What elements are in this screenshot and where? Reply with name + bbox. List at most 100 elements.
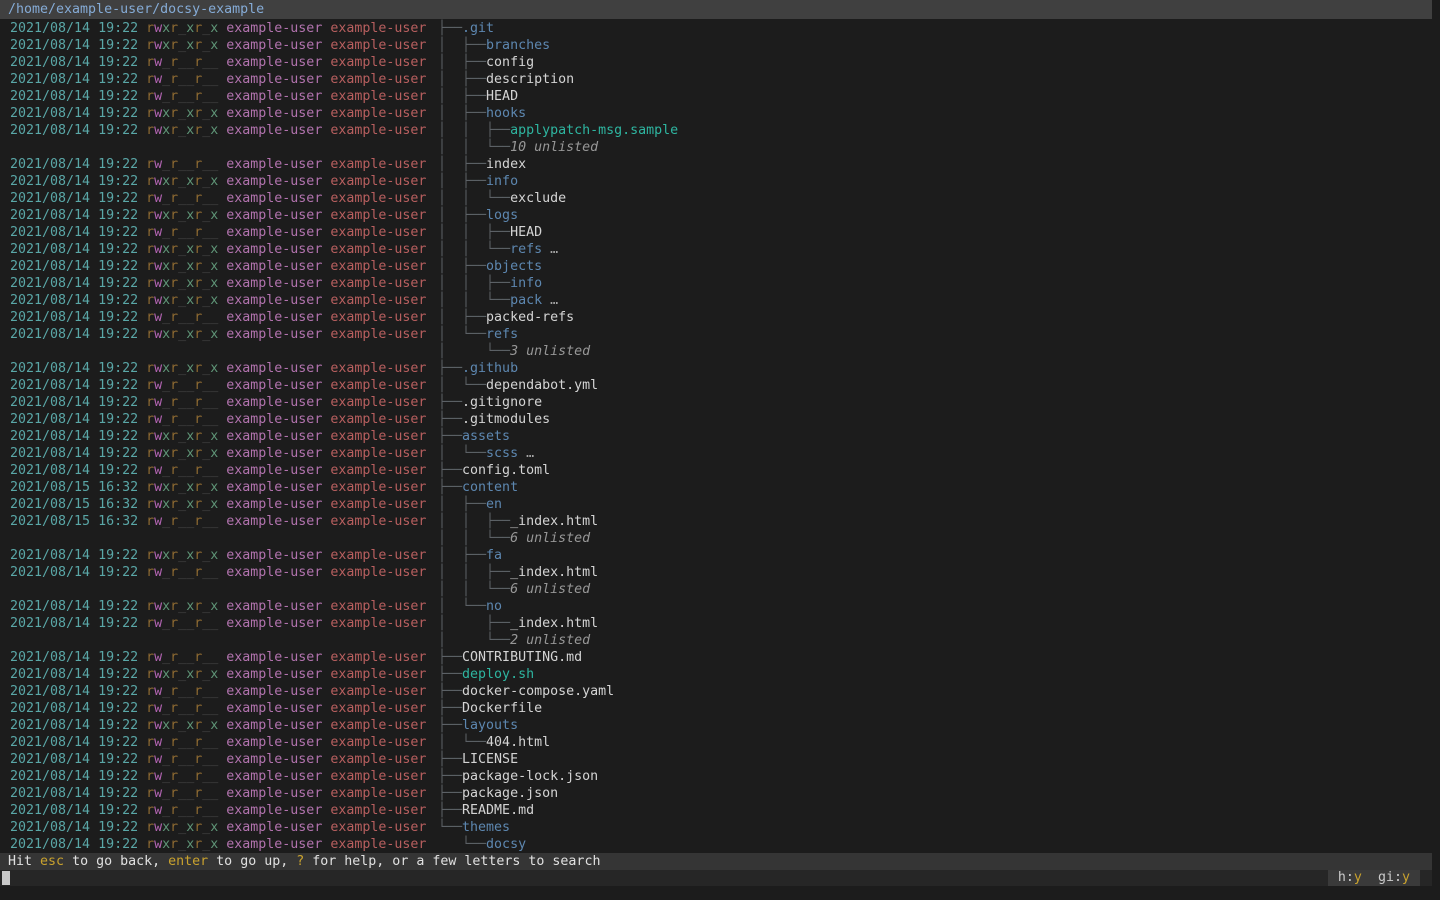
file-name[interactable]: HEAD <box>486 89 518 104</box>
file-row[interactable]: 2021/08/14 19:22 rw_r__r__ example-user … <box>0 615 1432 632</box>
file-row[interactable]: 2021/08/14 19:22 rw_r__r__ example-user … <box>0 802 1432 819</box>
file-name[interactable]: pack <box>510 293 542 308</box>
file-row[interactable]: 2021/08/14 19:22 rwxr_xr_x example-user … <box>0 20 1432 37</box>
file-name[interactable]: applypatch-msg.sample <box>510 123 678 138</box>
file-row[interactable]: │ │ └──10 unlisted <box>0 139 1432 156</box>
file-row[interactable]: 2021/08/14 19:22 rw_r__r__ example-user … <box>0 156 1432 173</box>
file-row[interactable]: 2021/08/15 16:32 rw_r__r__ example-user … <box>0 513 1432 530</box>
file-name[interactable]: index <box>486 157 526 172</box>
file-name[interactable]: packed-refs <box>486 310 574 325</box>
file-name[interactable]: Dockerfile <box>462 701 542 716</box>
file-name[interactable]: layouts <box>462 718 518 733</box>
file-name[interactable]: info <box>486 174 518 189</box>
file-name[interactable]: description <box>486 72 574 87</box>
file-row[interactable]: 2021/08/14 19:22 rw_r__r__ example-user … <box>0 71 1432 88</box>
file-name[interactable]: package.json <box>462 786 558 801</box>
file-name[interactable]: refs <box>486 327 518 342</box>
file-row[interactable]: 2021/08/14 19:22 rwxr_xr_x example-user … <box>0 326 1432 343</box>
search-input[interactable]: h:y gi:y <box>0 870 1432 886</box>
file-row[interactable]: 2021/08/14 19:22 rwxr_xr_x example-user … <box>0 292 1432 309</box>
file-row[interactable]: 2021/08/14 19:22 rw_r__r__ example-user … <box>0 564 1432 581</box>
file-row[interactable]: 2021/08/14 19:22 rw_r__r__ example-user … <box>0 683 1432 700</box>
file-name[interactable]: config <box>486 55 534 70</box>
file-name[interactable]: HEAD <box>510 225 542 240</box>
file-row[interactable]: 2021/08/14 19:22 rwxr_xr_x example-user … <box>0 241 1432 258</box>
file-row[interactable]: 2021/08/14 19:22 rw_r__r__ example-user … <box>0 377 1432 394</box>
file-row[interactable]: 2021/08/14 19:22 rwxr_xr_x example-user … <box>0 598 1432 615</box>
file-name[interactable]: en <box>486 497 502 512</box>
file-row[interactable]: 2021/08/14 19:22 rwxr_xr_x example-user … <box>0 275 1432 292</box>
modified-date: 2021/08/14 19:22 <box>2 310 146 325</box>
file-row[interactable]: 2021/08/14 19:22 rwxr_xr_x example-user … <box>0 547 1432 564</box>
file-row[interactable]: 2021/08/14 19:22 rwxr_xr_x example-user … <box>0 360 1432 377</box>
file-name[interactable]: dependabot.yml <box>486 378 598 393</box>
file-name[interactable]: logs <box>486 208 518 223</box>
file-name[interactable]: content <box>462 480 518 495</box>
file-row[interactable]: │ └──2 unlisted <box>0 632 1432 649</box>
file-row[interactable]: │ │ └──6 unlisted <box>0 581 1432 598</box>
file-row[interactable]: 2021/08/14 19:22 rw_r__r__ example-user … <box>0 751 1432 768</box>
permissions: rw_r__r__ <box>146 616 218 631</box>
file-name[interactable]: themes <box>462 820 510 835</box>
file-name[interactable]: .github <box>462 361 518 376</box>
file-row[interactable]: 2021/08/14 19:22 rw_r__r__ example-user … <box>0 224 1432 241</box>
file-name[interactable]: .gitmodules <box>462 412 550 427</box>
file-row[interactable]: 2021/08/14 19:22 rw_r__r__ example-user … <box>0 462 1432 479</box>
file-row[interactable]: 2021/08/14 19:22 rw_r__r__ example-user … <box>0 700 1432 717</box>
file-name[interactable]: LICENSE <box>462 752 518 767</box>
file-row[interactable]: 2021/08/14 19:22 rw_r__r__ example-user … <box>0 54 1432 71</box>
tree-branch-line: ├── <box>438 21 462 36</box>
file-row[interactable]: 2021/08/14 19:22 rwxr_xr_x example-user … <box>0 717 1432 734</box>
file-name[interactable]: no <box>486 599 502 614</box>
file-name[interactable]: README.md <box>462 803 534 818</box>
file-row[interactable]: 2021/08/14 19:22 rwxr_xr_x example-user … <box>0 173 1432 190</box>
file-row[interactable]: 2021/08/14 19:22 rwxr_xr_x example-user … <box>0 445 1432 462</box>
file-name[interactable]: package-lock.json <box>462 769 598 784</box>
file-row[interactable]: 2021/08/15 16:32 rwxr_xr_x example-user … <box>0 479 1432 496</box>
file-name[interactable]: docsy <box>486 837 526 852</box>
file-row[interactable]: 2021/08/14 19:22 rw_r__r__ example-user … <box>0 768 1432 785</box>
file-row[interactable]: 2021/08/14 19:22 rwxr_xr_x example-user … <box>0 258 1432 275</box>
file-row[interactable]: 2021/08/14 19:22 rw_r__r__ example-user … <box>0 785 1432 802</box>
file-row[interactable]: 2021/08/14 19:22 rwxr_xr_x example-user … <box>0 105 1432 122</box>
file-row[interactable]: 2021/08/14 19:22 rw_r__r__ example-user … <box>0 88 1432 105</box>
file-name[interactable]: _index.html <box>510 616 598 631</box>
file-name[interactable]: _index.html <box>510 514 598 529</box>
file-row[interactable]: 2021/08/14 19:22 rwxr_xr_x example-user … <box>0 207 1432 224</box>
file-row[interactable]: 2021/08/14 19:22 rwxr_xr_x example-user … <box>0 37 1432 54</box>
file-name[interactable]: _index.html <box>510 565 598 580</box>
file-row[interactable]: 2021/08/15 16:32 rwxr_xr_x example-user … <box>0 496 1432 513</box>
file-row[interactable]: 2021/08/14 19:22 rw_r__r__ example-user … <box>0 190 1432 207</box>
file-name[interactable]: deploy.sh <box>462 667 534 682</box>
file-row[interactable]: 2021/08/14 19:22 rw_r__r__ example-user … <box>0 649 1432 666</box>
file-row[interactable]: │ │ └──6 unlisted <box>0 530 1432 547</box>
file-name[interactable]: docker-compose.yaml <box>462 684 614 699</box>
file-name[interactable]: .gitignore <box>462 395 542 410</box>
file-name[interactable]: objects <box>486 259 542 274</box>
file-row[interactable]: 2021/08/14 19:22 rwxr_xr_x example-user … <box>0 666 1432 683</box>
file-row[interactable]: 2021/08/14 19:22 rwxr_xr_x example-user … <box>0 819 1432 836</box>
file-row[interactable]: 2021/08/14 19:22 rw_r__r__ example-user … <box>0 309 1432 326</box>
file-name[interactable]: CONTRIBUTING.md <box>462 650 582 665</box>
file-row[interactable]: 2021/08/14 19:22 rw_r__r__ example-user … <box>0 411 1432 428</box>
file-name[interactable]: fa <box>486 548 502 563</box>
file-name[interactable]: 404.html <box>486 735 550 750</box>
file-name[interactable]: assets <box>462 429 510 444</box>
file-name[interactable]: refs <box>510 242 542 257</box>
file-row[interactable]: │ └──3 unlisted <box>0 343 1432 360</box>
file-name[interactable]: hooks <box>486 106 526 121</box>
file-name[interactable]: .git <box>462 21 494 36</box>
file-row[interactable]: 2021/08/14 19:22 rwxr_xr_x example-user … <box>0 836 1432 853</box>
file-name[interactable]: config.toml <box>462 463 550 478</box>
root-path[interactable]: /home/example-user/docsy-example <box>0 0 1432 19</box>
file-row[interactable]: 2021/08/14 19:22 rw_r__r__ example-user … <box>0 734 1432 751</box>
file-name[interactable]: branches <box>486 38 550 53</box>
file-metadata: 2021/08/14 19:22 rwxr_xr_x example-user … <box>2 360 426 377</box>
file-row[interactable]: 2021/08/14 19:22 rw_r__r__ example-user … <box>0 394 1432 411</box>
file-name[interactable]: exclude <box>510 191 566 206</box>
file-name[interactable]: scss <box>486 446 518 461</box>
file-row[interactable]: 2021/08/14 19:22 rwxr_xr_x example-user … <box>0 122 1432 139</box>
file-row[interactable]: 2021/08/14 19:22 rwxr_xr_x example-user … <box>0 428 1432 445</box>
group: example-user <box>322 497 426 512</box>
file-name[interactable]: info <box>510 276 542 291</box>
